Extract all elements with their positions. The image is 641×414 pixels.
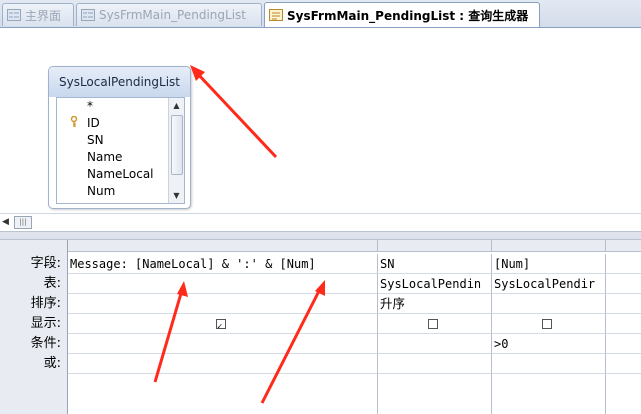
show-checkbox[interactable]: [428, 319, 438, 329]
field-list: * ID SN Name NameLocal Num ▲ ▼: [56, 97, 185, 204]
sort-cell[interactable]: 升序: [378, 294, 492, 314]
tab-pending-list-form[interactable]: SysFrmMain_PendingList: [76, 3, 262, 26]
field-name: Num: [87, 184, 116, 198]
grid-blank-area: [492, 374, 606, 414]
table-cell[interactable]: SysLocalPendir: [492, 274, 606, 294]
table-field-list-window[interactable]: SysLocalPendingList * ID SN Name NameLoc…: [48, 66, 191, 209]
scroll-thumb[interactable]: [171, 115, 183, 175]
criteria-cell[interactable]: [606, 334, 641, 354]
row-label-show: 显示:: [30, 316, 61, 331]
field-name: ID: [87, 116, 100, 130]
field-item-name[interactable]: Name: [57, 149, 184, 166]
row-label-sort: 排序:: [30, 296, 61, 311]
grid-row-labels: 字段: 表: 排序: 显示: 条件: 或:: [0, 240, 68, 414]
tab-label: SysFrmMain_PendingList : 查询生成器: [287, 8, 529, 23]
table-cell[interactable]: SysLocalPendin: [378, 274, 492, 294]
table-cell[interactable]: [606, 274, 641, 294]
scroll-up-icon[interactable]: ▲: [169, 98, 184, 113]
tab-main-form[interactable]: 主界面: [2, 3, 74, 26]
or-cell[interactable]: [606, 354, 641, 374]
table-title[interactable]: SysLocalPendingList: [49, 67, 190, 97]
field-name: Name: [87, 150, 123, 164]
field-item-namelocal[interactable]: NameLocal: [57, 166, 184, 183]
criteria-cell[interactable]: [68, 334, 378, 354]
column-selector[interactable]: [606, 240, 641, 252]
show-cell: [492, 314, 606, 334]
design-pane-horizontal-scrollbar[interactable]: ◀ |||: [0, 213, 641, 231]
show-checkbox[interactable]: [542, 319, 552, 329]
or-cell[interactable]: [378, 354, 492, 374]
field-cell[interactable]: Message: [NameLocal] & ':' & [Num]: [68, 254, 378, 274]
field-item-sn[interactable]: SN: [57, 132, 184, 149]
show-cell: [68, 314, 378, 334]
sort-cell[interactable]: [492, 294, 606, 314]
query-icon: [269, 9, 283, 21]
form-icon: [81, 9, 95, 21]
show-cell[interactable]: [606, 314, 641, 334]
field-cell[interactable]: [606, 254, 641, 274]
field-cell[interactable]: [Num]: [492, 254, 606, 274]
sort-cell[interactable]: [68, 294, 378, 314]
grid-columns: Message: [NameLocal] & ':' & [Num] SN Sy…: [68, 240, 641, 414]
row-label-table: 表:: [43, 276, 61, 291]
column-selector[interactable]: [68, 240, 378, 252]
column-selector[interactable]: [378, 240, 492, 252]
field-list-scrollbar[interactable]: ▲ ▼: [168, 98, 184, 203]
field-item-id[interactable]: ID: [57, 115, 184, 132]
pane-splitter[interactable]: [0, 231, 641, 240]
field-name: SN: [87, 133, 104, 147]
table-cell[interactable]: [68, 274, 378, 294]
scroll-left-icon[interactable]: ◀: [2, 217, 9, 227]
show-cell: [378, 314, 492, 334]
grid-blank-area: [68, 374, 378, 414]
row-label-or: 或:: [43, 356, 61, 371]
field-item-num[interactable]: Num: [57, 183, 184, 200]
query-design-pane: SysLocalPendingList * ID SN Name NameLoc…: [0, 28, 641, 213]
query-design-grid: 字段: 表: 排序: 显示: 条件: 或: Message: [NameLoca…: [0, 240, 641, 414]
document-tab-strip: 主界面 SysFrmMain_PendingList SysFrmMain_Pe…: [0, 0, 641, 28]
row-label-field: 字段:: [30, 256, 61, 271]
primary-key-icon: [70, 115, 78, 133]
tab-label: 主界面: [25, 8, 62, 23]
scroll-down-icon[interactable]: ▼: [169, 188, 184, 203]
field-name: NameLocal: [87, 167, 154, 181]
criteria-cell[interactable]: >0: [492, 334, 606, 354]
row-label-criteria: 条件:: [30, 336, 61, 351]
grid-blank-area: [378, 374, 492, 414]
column-selector[interactable]: [492, 240, 606, 252]
or-cell[interactable]: [492, 354, 606, 374]
tab-query-builder[interactable]: SysFrmMain_PendingList : 查询生成器: [264, 2, 540, 27]
scroll-thumb[interactable]: |||: [14, 216, 32, 229]
or-cell[interactable]: [68, 354, 378, 374]
field-name: *: [87, 99, 93, 113]
criteria-cell[interactable]: [378, 334, 492, 354]
form-icon: [7, 9, 21, 21]
field-item-all[interactable]: *: [57, 98, 184, 115]
field-cell[interactable]: SN: [378, 254, 492, 274]
sort-cell[interactable]: [606, 294, 641, 314]
show-checkbox[interactable]: [216, 317, 226, 333]
tab-label: SysFrmMain_PendingList: [99, 8, 247, 22]
